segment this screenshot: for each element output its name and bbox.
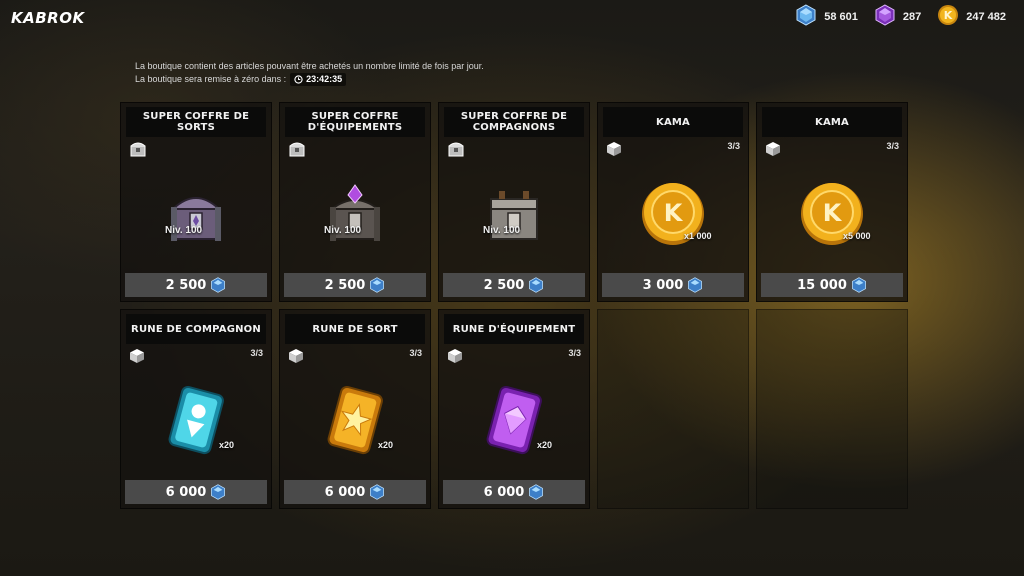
price-button[interactable]: 6 000 (443, 480, 585, 504)
empty-shop-slot (756, 309, 908, 509)
item-title: SUPER COFFRE DE SORTS (126, 107, 266, 137)
shop-item-kama-5000[interactable]: KAMA 3/3 K x5 000 15 000 (756, 102, 908, 302)
item-title: RUNE DE COMPAGNON (126, 314, 266, 344)
currency-purple-gems: 287 (874, 4, 921, 30)
item-title: KAMA (603, 107, 743, 137)
purchase-count: 3/3 (250, 348, 263, 358)
price-button[interactable]: 2 500 (284, 273, 426, 297)
reset-label: La boutique sera remise à zéro dans : (135, 74, 287, 84)
shop-info-line: La boutique contient des articles pouvan… (135, 61, 484, 71)
shop-item-equipment-chest[interactable]: SUPER COFFRE D'ÉQUIPEMENTS Niv. 100 2 50… (279, 102, 431, 302)
shop-item-spell-chest[interactable]: SUPER COFFRE DE SORTS Niv. 100 2 500 (120, 102, 272, 302)
blue-gem-icon (211, 484, 226, 500)
companion-chest-icon (439, 159, 589, 269)
price-value: 6 000 (165, 484, 207, 500)
chest-tag-icon (129, 141, 147, 161)
shop-title: KABROK (11, 9, 85, 27)
reset-timer: 23:42:35 (290, 73, 347, 86)
chest-tag-icon (447, 141, 465, 161)
blue-gem-icon (851, 277, 866, 293)
shop-item-equipment-rune[interactable]: RUNE D'ÉQUIPEMENT 3/3 x20 6 000 (438, 309, 590, 509)
cube-icon (606, 141, 622, 161)
spell-rune-icon (280, 366, 430, 476)
empty-shop-slot (597, 309, 749, 509)
purple-gem-count: 287 (902, 11, 922, 23)
item-title: RUNE D'ÉQUIPEMENT (444, 314, 584, 344)
item-level: Niv. 100 (165, 225, 203, 236)
cube-icon (765, 141, 781, 161)
price-value: 15 000 (797, 277, 847, 293)
item-multiplier: x20 (219, 440, 235, 450)
currency-bar: 58 601 287 K 247 482 (795, 4, 1006, 30)
blue-gem-icon (370, 484, 385, 500)
shop-item-spell-rune[interactable]: RUNE DE SORT 3/3 x20 6 000 (279, 309, 431, 509)
shop-info: La boutique contient des articles pouvan… (135, 60, 484, 86)
item-multiplier: x1 000 (684, 231, 712, 241)
price-value: 6 000 (324, 484, 366, 500)
price-value: 2 500 (324, 277, 366, 293)
blue-gem-icon (370, 277, 385, 293)
purchase-count: 3/3 (886, 141, 899, 151)
companion-rune-icon (121, 366, 271, 476)
price-button[interactable]: 6 000 (125, 480, 267, 504)
blue-gem-icon (795, 4, 817, 30)
price-button[interactable]: 2 500 (125, 273, 267, 297)
purple-gem-icon (874, 4, 896, 30)
price-button[interactable]: 3 000 (602, 273, 744, 297)
price-button[interactable]: 6 000 (284, 480, 426, 504)
svg-text:K: K (823, 199, 843, 227)
item-title: RUNE DE SORT (285, 314, 425, 344)
shop-item-companion-chest[interactable]: SUPER COFFRE DE COMPAGNONS Niv. 100 2 50… (438, 102, 590, 302)
kama-count: 247 482 (966, 11, 1006, 23)
purchase-count: 3/3 (568, 348, 581, 358)
cube-icon (288, 348, 304, 368)
item-title: KAMA (762, 107, 902, 137)
item-title: SUPER COFFRE DE COMPAGNONS (444, 107, 584, 137)
cube-icon (129, 348, 145, 368)
blue-gem-count: 58 601 (824, 11, 858, 23)
shop-grid: SUPER COFFRE DE SORTS Niv. 100 2 500 SUP… (120, 102, 908, 510)
clock-icon (294, 75, 303, 84)
spell-chest-icon (121, 159, 271, 269)
cube-icon (447, 348, 463, 368)
item-title: SUPER COFFRE D'ÉQUIPEMENTS (285, 107, 425, 137)
item-level: Niv. 100 (483, 225, 521, 236)
equipment-chest-icon (280, 159, 430, 269)
shop-item-kama-1000[interactable]: KAMA 3/3 K x1 000 3 000 (597, 102, 749, 302)
price-value: 2 500 (165, 277, 207, 293)
price-value: 6 000 (483, 484, 525, 500)
svg-text:K: K (944, 9, 953, 22)
blue-gem-icon (211, 277, 226, 293)
shop-item-companion-rune[interactable]: RUNE DE COMPAGNON 3/3 x20 6 000 (120, 309, 272, 509)
chest-tag-icon (288, 141, 306, 161)
kama-coin-icon: K (937, 4, 959, 30)
currency-blue-gems: 58 601 (795, 4, 858, 30)
svg-text:K: K (664, 199, 684, 227)
price-value: 3 000 (642, 277, 684, 293)
timer-value: 23:42:35 (306, 74, 343, 84)
purchase-count: 3/3 (409, 348, 422, 358)
currency-kamas: K 247 482 (937, 4, 1006, 30)
price-button[interactable]: 15 000 (761, 273, 903, 297)
item-level: Niv. 100 (324, 225, 362, 236)
price-button[interactable]: 2 500 (443, 273, 585, 297)
kama-coin-icon: K (598, 159, 748, 269)
blue-gem-icon (529, 484, 544, 500)
item-multiplier: x20 (537, 440, 553, 450)
equipment-rune-icon (439, 366, 589, 476)
kama-coin-icon: K (757, 159, 907, 269)
item-multiplier: x5 000 (843, 231, 871, 241)
blue-gem-icon (529, 277, 544, 293)
purchase-count: 3/3 (727, 141, 740, 151)
item-multiplier: x20 (378, 440, 394, 450)
price-value: 2 500 (483, 277, 525, 293)
blue-gem-icon (688, 277, 703, 293)
